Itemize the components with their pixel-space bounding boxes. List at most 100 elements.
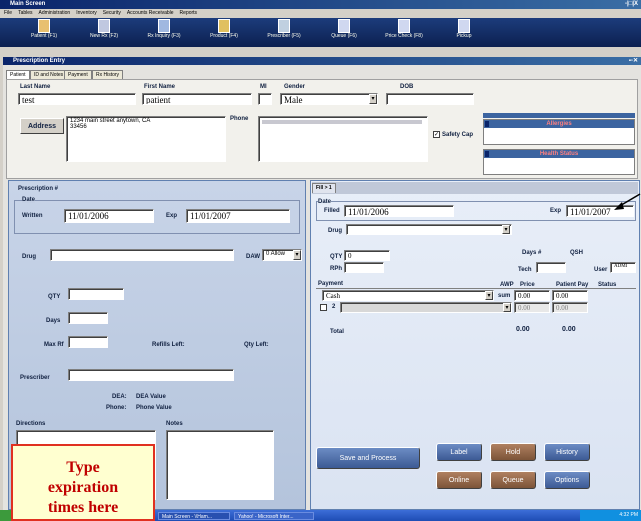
rph-label: RPh: [330, 266, 342, 272]
menu-item-inventory[interactable]: Inventory: [76, 9, 97, 18]
refills-left-label: Refills Left:: [152, 342, 185, 348]
qty-left-label: Qty Left:: [244, 342, 269, 348]
menu-bar: File Tables Administration Inventory Securit…: [0, 9, 641, 18]
label-button[interactable]: Label: [436, 443, 482, 461]
fill-days-label: Days #: [522, 250, 542, 256]
toolbar-button-price-check[interactable]: Price Check (F8): [374, 19, 434, 45]
toolbar-button-product[interactable]: Product (F4): [194, 19, 254, 45]
toolbar-label: Patient (F1): [30, 33, 58, 39]
max-rf-field[interactable]: [68, 336, 108, 348]
save-and-process-button[interactable]: Save and Process: [316, 447, 420, 469]
tab-rx-history[interactable]: Rx History: [92, 70, 124, 79]
fill-tab-strip: [312, 182, 638, 194]
patient-pay-1-field[interactable]: 0.00: [552, 290, 588, 301]
window-controls[interactable]: -|□|X: [625, 0, 638, 9]
rx-window-controls-icon[interactable]: ▪▫✕: [629, 57, 638, 65]
menu-item-security[interactable]: Security: [103, 9, 121, 18]
total-label: Total: [330, 329, 344, 335]
menu-item-administration[interactable]: Administration: [39, 9, 71, 18]
payment-2-select[interactable]: [340, 302, 512, 313]
price-2-field[interactable]: 0.00: [514, 302, 550, 313]
rx-phone-value: Phone Value: [136, 405, 172, 411]
allergies-header: Allergies: [484, 120, 634, 128]
toolbar-button-rx-inquiry[interactable]: Rx Inquiry (F3): [134, 19, 194, 45]
toolbar-button-pickup[interactable]: Pickup: [434, 19, 494, 45]
rx-exp-date-field[interactable]: 11/01/2007: [186, 209, 290, 223]
tech-field[interactable]: [536, 262, 566, 273]
menu-item-reports[interactable]: Reports: [180, 9, 198, 18]
tab-patient[interactable]: Patient: [6, 70, 30, 79]
rx-drug-field[interactable]: [50, 249, 234, 261]
notes-field[interactable]: [166, 430, 274, 500]
price-1-field[interactable]: 0.00: [514, 290, 550, 301]
rph-field[interactable]: [344, 262, 384, 273]
queue-button[interactable]: Queue: [490, 471, 536, 489]
product-icon: [218, 19, 230, 33]
mi-field[interactable]: [258, 93, 272, 105]
user-label: User: [594, 267, 608, 273]
options-button[interactable]: Options: [544, 471, 590, 489]
payment-2-checkbox[interactable]: [320, 304, 327, 311]
rx-drug-label: Drug: [22, 254, 36, 260]
fill-drug-dropdown-icon[interactable]: ▾: [502, 225, 510, 234]
gender-select[interactable]: Male: [280, 93, 378, 105]
toolbar-button-queue[interactable]: Queue (F6): [314, 19, 374, 45]
hold-button[interactable]: Hold: [490, 443, 536, 461]
history-button[interactable]: History: [544, 443, 590, 461]
toolbar-button-prescriber[interactable]: Prescriber (F5): [254, 19, 314, 45]
menu-item-file[interactable]: File: [4, 9, 12, 18]
safety-cap-checkbox[interactable]: ✓: [433, 131, 440, 138]
written-date-field[interactable]: 11/01/2006: [64, 209, 154, 223]
address-button[interactable]: Address: [20, 118, 64, 134]
menu-item-accounts-receivable[interactable]: Accounts Receivable: [127, 9, 174, 18]
annotation-arrow-icon: [614, 193, 641, 210]
toolbar-button-new-rx[interactable]: New Rx (F2): [74, 19, 134, 45]
price-label: Price: [520, 282, 535, 288]
toolbar-label: Pickup: [456, 33, 472, 39]
menu-item-tables[interactable]: Tables: [18, 9, 32, 18]
user-field[interactable]: ADMI: [610, 262, 636, 273]
online-button[interactable]: Online: [436, 471, 482, 489]
payment-1-select[interactable]: Cash: [322, 290, 494, 301]
fill-qty-field[interactable]: 0: [344, 250, 390, 261]
qsh-label: QSH: [570, 250, 584, 256]
patient-pay-2-field[interactable]: 0.00: [552, 302, 588, 313]
rx-days-field[interactable]: [68, 312, 108, 324]
dob-field[interactable]: [386, 93, 474, 105]
filled-date-field[interactable]: 11/01/2006: [344, 205, 454, 217]
payment-1-dropdown-icon[interactable]: ▾: [485, 291, 493, 300]
toolbar: Patient (F1) New Rx (F2) Rx Inquiry (F3) Pr…: [0, 18, 641, 47]
allergies-row-icon: [485, 121, 489, 127]
status-label: Status: [598, 282, 617, 288]
tab-payment[interactable]: Payment: [64, 70, 92, 79]
payment-2-dropdown-icon[interactable]: ▾: [503, 303, 511, 312]
gender-label: Gender: [284, 84, 306, 90]
safety-cap-label: Safety Cap: [442, 132, 474, 138]
toolbar-label: Product (F4): [210, 33, 238, 39]
price-check-icon: [398, 19, 410, 33]
first-name-field[interactable]: patient: [142, 93, 252, 105]
directions-label: Directions: [16, 421, 46, 427]
rx-exp-label: Exp: [166, 213, 178, 219]
callout-box: Type expiration times here: [11, 444, 155, 521]
taskbar-item-browser[interactable]: Yahoo! - Microsoft Inter...: [234, 512, 314, 520]
gender-dropdown-icon[interactable]: ▾: [369, 94, 377, 104]
first-name-label: First Name: [144, 84, 176, 90]
mi-label: MI: [260, 84, 267, 90]
address-field[interactable]: 1234 main street anytown, CA 33456: [66, 116, 226, 162]
prescriber-field[interactable]: [68, 369, 234, 381]
toolbar-button-patient[interactable]: Patient (F1): [14, 19, 74, 45]
tab-id-notes[interactable]: ID and Notes: [30, 70, 68, 79]
fill-qty-label: QTY: [330, 254, 343, 260]
toolbar-label: Price Check (F8): [385, 33, 423, 39]
taskbar-item-main-screen[interactable]: Main Screen - \\Ham...: [158, 512, 230, 520]
rx-qty-field[interactable]: [68, 288, 124, 300]
fill-tab[interactable]: Fill > 1: [312, 183, 336, 193]
written-label: Written: [22, 213, 43, 219]
last-name-field[interactable]: test: [18, 93, 136, 105]
rx-date-group-label: Date: [22, 197, 36, 203]
fill-drug-select[interactable]: [346, 224, 512, 235]
fill-exp-label: Exp: [550, 208, 562, 214]
daw-dropdown-icon[interactable]: ▾: [293, 250, 301, 260]
last-name-label: Last Name: [20, 84, 51, 90]
